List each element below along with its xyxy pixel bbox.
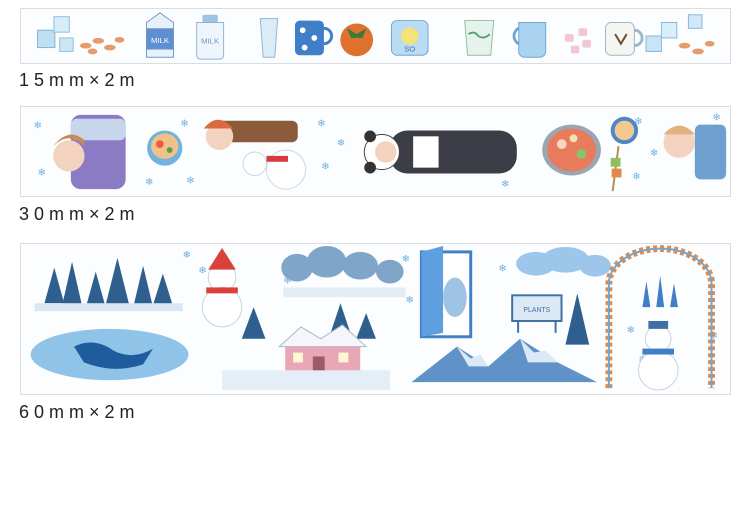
winter-trees-icon — [281, 245, 406, 298]
ice-cubes-right-icon — [645, 14, 703, 52]
sleeping-girl-icon — [53, 114, 126, 190]
door-icon — [419, 245, 473, 339]
tea-glass-icon — [464, 20, 495, 56]
svg-text:❄: ❄ — [145, 177, 153, 188]
svg-text:❄: ❄ — [186, 175, 194, 186]
frozen-lake-icon — [30, 328, 189, 381]
tape-30mm-size-label: 30mm×2m — [19, 204, 140, 224]
skewer-icon — [610, 145, 622, 192]
tape-15mm-illustration: MILK MILK SO — [37, 12, 715, 60]
mountains-icon — [411, 338, 598, 383]
pine-forest-icon — [34, 257, 183, 312]
svg-text:❄: ❄ — [180, 119, 188, 130]
svg-text:❄: ❄ — [38, 167, 46, 178]
can-text: SO — [404, 44, 415, 53]
tape-30mm-illustration: ❄❄❄ ❄❄❄ ❄❄❄ ❄❄❄ ❄ — [34, 113, 727, 192]
svg-text:❄: ❄ — [402, 254, 410, 265]
marshmallows-icon — [564, 28, 592, 54]
tape-15mm-size-label: 15mm×2m — [19, 70, 140, 90]
svg-text:❄: ❄ — [317, 119, 325, 130]
persimmon-icon — [340, 23, 374, 57]
milk-bottle-text: MILK — [201, 37, 220, 46]
plants-sign-icon: PLANTS — [511, 294, 563, 333]
snacks-icon — [79, 36, 125, 55]
milk-bottle-icon: MILK — [196, 14, 225, 60]
svg-text:❄: ❄ — [627, 325, 635, 336]
svg-text:❄: ❄ — [198, 266, 206, 277]
milk-carton-text: MILK — [151, 36, 170, 45]
milk-carton-icon: MILK — [146, 12, 174, 58]
tape-15mm: MILK MILK SO — [20, 8, 731, 64]
noodle-bowl-icon — [610, 116, 639, 145]
svg-text:❄: ❄ — [632, 171, 640, 182]
snowy-bushes-icon — [516, 246, 611, 277]
tape-30mm: ❄ ❄ ❄ ❄ ❄ ❄ ❄ ❄ ❄ ❄ ❄ ❄ ❄ — [20, 106, 731, 197]
ice-cubes-icon — [37, 16, 74, 52]
tape-60mm-size-label: 60mm×2m — [19, 402, 140, 422]
svg-text:❄: ❄ — [321, 162, 329, 173]
snow-ground — [222, 370, 390, 391]
mug-icon — [294, 20, 333, 56]
svg-text:❄: ❄ — [650, 148, 658, 159]
svg-text:❄: ❄ — [712, 113, 720, 124]
pink-house-icon — [278, 324, 368, 375]
svg-text:❄: ❄ — [406, 295, 414, 306]
snacks-right-icon — [678, 40, 715, 55]
hotpot-icon — [542, 124, 601, 176]
ramen-bowl-icon — [147, 130, 183, 166]
svg-text:❄: ❄ — [501, 179, 509, 190]
cup-icon — [605, 22, 644, 56]
pine-tree-icon — [565, 293, 590, 345]
snowman-icon — [201, 247, 243, 328]
can-icon: SO — [390, 20, 429, 56]
pitcher-icon — [512, 22, 547, 58]
svg-text:❄: ❄ — [337, 138, 345, 149]
glass-icon — [259, 18, 279, 58]
tape-60mm-illustration: ❄❄❄ ❄❄❄ ❄❄❄ — [30, 245, 718, 391]
tape-60mm: ❄❄❄ ❄❄❄ ❄❄❄ — [20, 243, 731, 395]
svg-text:❄: ❄ — [34, 121, 42, 132]
plants-sign-text: PLANTS — [523, 307, 550, 314]
svg-text:❄: ❄ — [498, 264, 506, 275]
sleeping-girl-right-icon — [663, 124, 727, 180]
girl-with-snowman-icon — [203, 119, 307, 190]
svg-text:❄: ❄ — [183, 250, 191, 261]
panda-sleeper-icon — [363, 130, 517, 174]
